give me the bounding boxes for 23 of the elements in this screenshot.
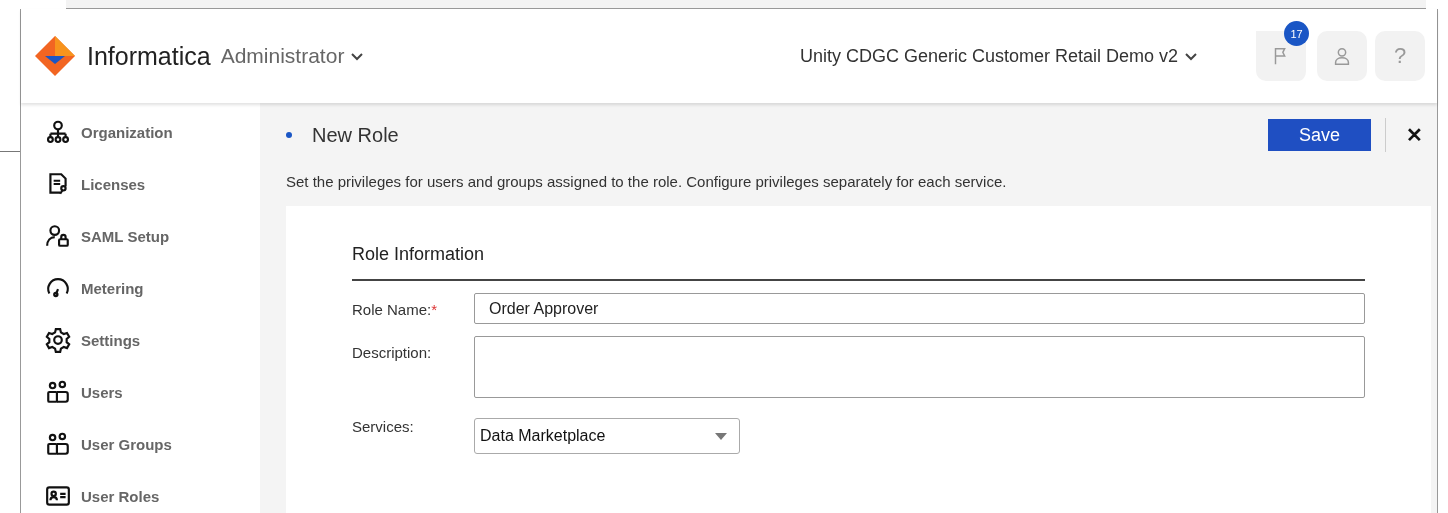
save-button[interactable]: Save — [1268, 119, 1371, 151]
sidebar-item[interactable]: SAML Setup — [45, 221, 260, 251]
sidebar-item[interactable]: User Roles — [45, 481, 260, 511]
sidebar-item[interactable]: Users — [45, 377, 260, 407]
select-field[interactable]: Data Marketplace — [474, 418, 740, 454]
page-title: New Role — [312, 123, 399, 147]
notifications-button[interactable]: 17 — [1256, 21, 1309, 81]
page-description: Set the privileges for users and groups assigned to the role. Configure privileges separately for each service. — [286, 173, 1008, 190]
sidebar-item[interactable]: Settings — [45, 325, 260, 355]
notification-badge: 17 — [1284, 21, 1309, 46]
field-label: Description: — [352, 343, 433, 363]
close-button[interactable]: ✕ — [1406, 123, 1431, 147]
input-field[interactable]: Order Approver — [474, 293, 1365, 324]
brand-name: Informatica — [87, 41, 211, 71]
sidebar-item[interactable]: Organization — [45, 117, 260, 147]
section-title: Role Information — [352, 244, 1365, 281]
sidebar-item[interactable]: Licenses — [45, 169, 260, 199]
field-label: Services: — [352, 417, 415, 437]
app-switcher[interactable]: Administrator — [220, 44, 365, 68]
org-switcher[interactable]: Unity CDGC Generic Customer Retail Demo v2 — [799, 45, 1198, 67]
field-label: Role Name:* — [352, 300, 439, 320]
sidebar-item[interactable]: User Groups — [45, 429, 260, 459]
sidebar-item[interactable]: Metering — [45, 273, 260, 303]
